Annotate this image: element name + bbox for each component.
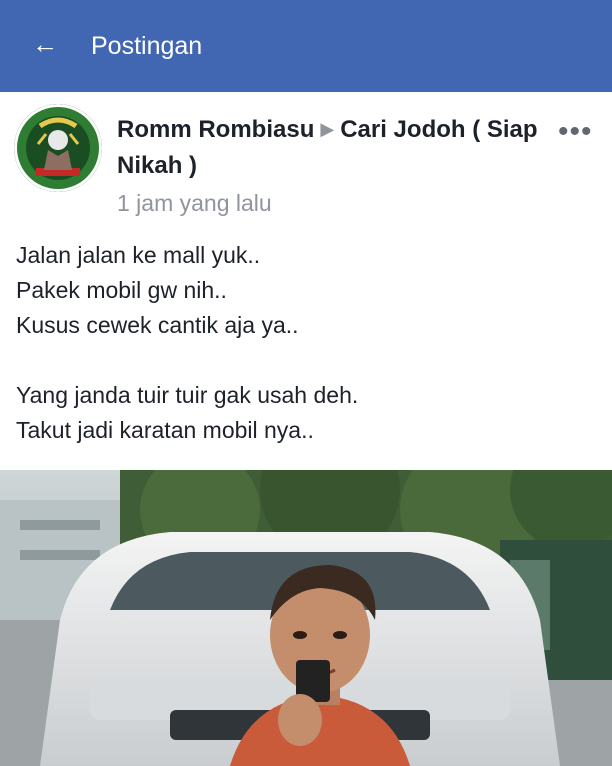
more-horizontal-icon[interactable]: ••• [558, 117, 598, 150]
post-photo[interactable] [0, 470, 612, 766]
app-bar: ← Postingan [0, 0, 612, 92]
page-title: Postingan [91, 32, 203, 60]
avatar[interactable] [14, 104, 102, 192]
post-line: Takut jadi karatan mobil nya.. [16, 417, 314, 443]
post-body: Jalan jalan ke mall yuk.. Pakek mobil gw… [16, 238, 596, 448]
post-header: Romm Rombiasu ▶ Cari Jodoh ( Siap Nikah ) [117, 111, 547, 184]
post-line: Kusus cewek cantik aja ya.. [16, 312, 299, 338]
post-line: Yang janda tuir tuir gak usah deh. [16, 382, 359, 408]
arrow-left-icon[interactable]: ← [30, 29, 60, 59]
post-line: Jalan jalan ke mall yuk.. [16, 242, 261, 268]
author-name[interactable]: Romm Rombiasu [117, 116, 314, 143]
triangle-right-icon: ▶ [320, 119, 335, 139]
post-timestamp[interactable]: 1 jam yang lalu [117, 187, 272, 219]
post-line: Pakek mobil gw nih.. [16, 277, 227, 303]
